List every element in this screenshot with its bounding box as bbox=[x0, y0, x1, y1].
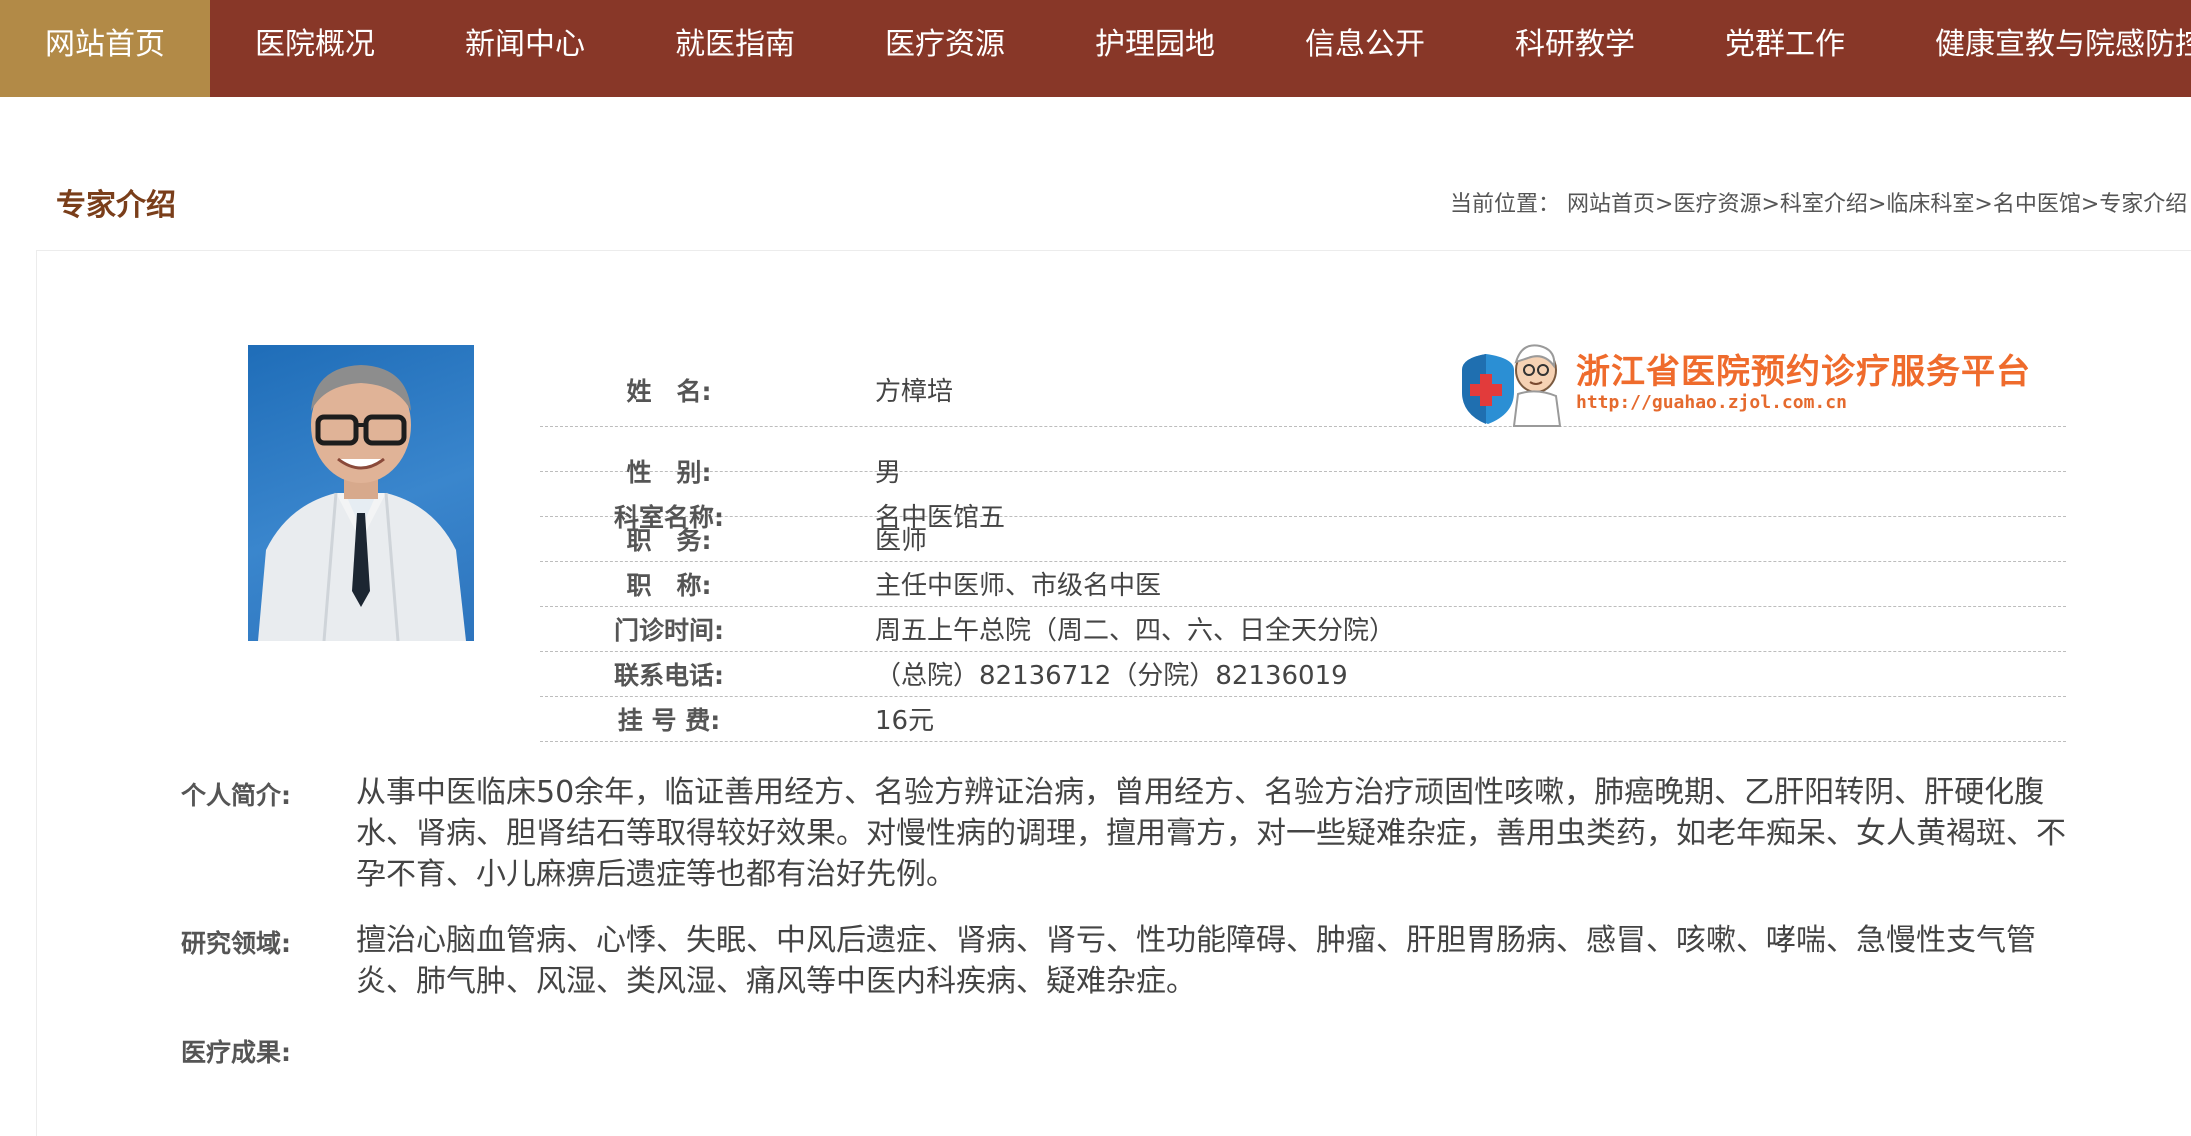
booking-platform-title: 浙江省医院预约诊疗服务平台 bbox=[1576, 352, 2031, 392]
intro-text: 从事中医临床50余年，临证善用经方、名验方辨证治病，曾用经方、名验方治疗顽固性咳… bbox=[356, 775, 2066, 892]
breadcrumb-item-tcm-hall[interactable]: 名中医馆 bbox=[1993, 192, 2081, 217]
breadcrumb-prefix: 当前位置： bbox=[1450, 192, 1561, 217]
info-row-clinic-hours: 门诊时间: 周五上午总院（周二、四、六、日全天分院） bbox=[540, 607, 2066, 652]
nav-item-info-disclosure[interactable]: 信息公开 bbox=[1260, 0, 1470, 97]
info-row-department: 科室名称: 名中医馆五 bbox=[540, 472, 2066, 533]
booking-platform-logo[interactable]: 浙江省医院预约诊疗服务平台 http://guahao.zjol.com.cn bbox=[1456, 340, 2068, 428]
page-title: 专家介绍 bbox=[56, 188, 176, 223]
info-label: 挂 号 费: bbox=[617, 706, 721, 735]
booking-platform-url: http://guahao.zjol.com.cn bbox=[1576, 392, 1847, 413]
info-label: 联系电话: bbox=[614, 661, 724, 690]
breadcrumb-separator: > bbox=[1974, 192, 1993, 217]
info-row-phone: 联系电话: （总院）82136712（分院）82136019 bbox=[540, 652, 2066, 697]
intro-label: 个人简介: bbox=[181, 781, 291, 810]
research-label: 研究领域: bbox=[181, 929, 291, 958]
info-value: 周五上午总院（周二、四、六、日全天分院） bbox=[875, 616, 1396, 646]
breadcrumb: 当前位置： 网站首页>医疗资源>科室介绍>临床科室>名中医馆>专家介绍 bbox=[1450, 186, 2187, 218]
nav-item-medical-resources[interactable]: 医疗资源 bbox=[840, 0, 1050, 97]
info-value: 16元 bbox=[875, 706, 935, 736]
breadcrumb-separator: > bbox=[1761, 192, 1780, 217]
info-value: 主任中医师、市级名中医 bbox=[875, 571, 1162, 601]
info-row-position: 职 务: 医师 bbox=[540, 517, 2066, 562]
info-row-gender: 性 别: 男 bbox=[540, 427, 2066, 488]
breadcrumb-item-home[interactable]: 网站首页 bbox=[1567, 192, 1655, 217]
breadcrumb-separator: > bbox=[1867, 192, 1887, 217]
main-nav: 网站首页 医院概况 新闻中心 就医指南 医疗资源 护理园地 信息公开 科研教学 … bbox=[0, 0, 2191, 97]
breadcrumb-item-department-intro[interactable]: 科室介绍 bbox=[1780, 192, 1868, 217]
info-row-title: 职 称: 主任中医师、市级名中医 bbox=[540, 562, 2066, 607]
info-value: 方樟培 bbox=[875, 377, 954, 407]
info-value: （总院）82136712（分院）82136019 bbox=[875, 661, 1348, 691]
nav-item-medical-guide[interactable]: 就医指南 bbox=[630, 0, 840, 97]
info-label: 门诊时间: bbox=[614, 616, 724, 645]
achievements-label: 医疗成果: bbox=[181, 1038, 291, 1067]
research-text: 擅治心脑血管病、心悸、失眠、中风后遗症、肾病、肾亏、性功能障碍、肿瘤、肝胆胃肠病… bbox=[356, 923, 2036, 999]
breadcrumb-separator: > bbox=[1655, 192, 1674, 217]
nav-item-hospital-overview[interactable]: 医院概况 bbox=[210, 0, 420, 97]
breadcrumb-item-clinical-departments[interactable]: 临床科室 bbox=[1886, 192, 1974, 217]
breadcrumb-separator: > bbox=[2080, 192, 2100, 217]
nav-item-news-center[interactable]: 新闻中心 bbox=[420, 0, 630, 97]
breadcrumb-item-medical-resources[interactable]: 医疗资源 bbox=[1673, 192, 1761, 217]
doctor-mascot-icon bbox=[1462, 344, 1562, 427]
info-label: 职 务: bbox=[626, 526, 712, 555]
breadcrumb-item-expert-intro[interactable]: 专家介绍 bbox=[2099, 192, 2187, 217]
doctor-portrait-image bbox=[258, 365, 466, 641]
nav-item-health-education[interactable]: 健康宣教与院感防控 bbox=[1890, 0, 2191, 97]
info-label: 姓 名: bbox=[626, 377, 712, 406]
nav-item-party-work[interactable]: 党群工作 bbox=[1680, 0, 1890, 97]
info-label: 职 称: bbox=[626, 571, 712, 600]
info-value: 医师 bbox=[875, 526, 928, 556]
doctor-photo bbox=[248, 345, 474, 641]
nav-item-research-teaching[interactable]: 科研教学 bbox=[1470, 0, 1680, 97]
info-row-registration-fee: 挂 号 费: 16元 bbox=[540, 697, 2066, 742]
nav-item-nursing[interactable]: 护理园地 bbox=[1050, 0, 1260, 97]
nav-item-home[interactable]: 网站首页 bbox=[0, 0, 210, 97]
